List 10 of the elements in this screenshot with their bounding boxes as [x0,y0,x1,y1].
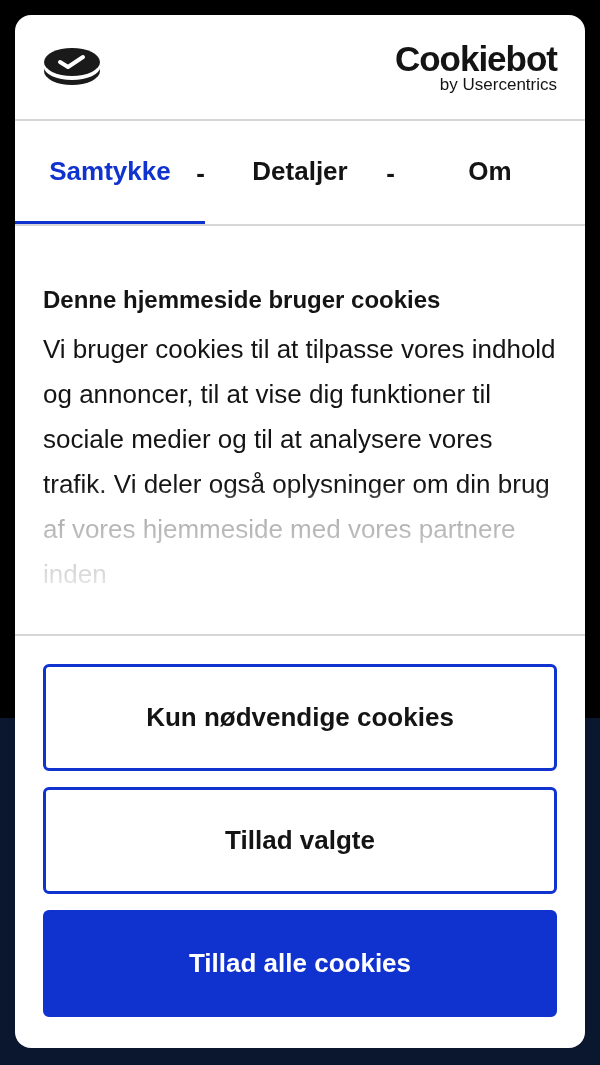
tab[interactable]: Om [395,121,585,224]
allow-all-button[interactable]: Tillad alle cookies [43,910,557,1017]
brand-byline: by Usercentrics [439,76,557,93]
cookie-check-icon [43,47,101,87]
consent-button[interactable]: Tillad valgte [43,787,557,894]
tab-separator: - [196,156,205,189]
consent-button[interactable]: Kun nødvendige cookies [43,664,557,771]
tab-separator: - [386,156,395,189]
brand-logo: Cookiebot [394,41,557,76]
dialog-heading: Denne hjemmeside bruger cookies [43,286,442,315]
